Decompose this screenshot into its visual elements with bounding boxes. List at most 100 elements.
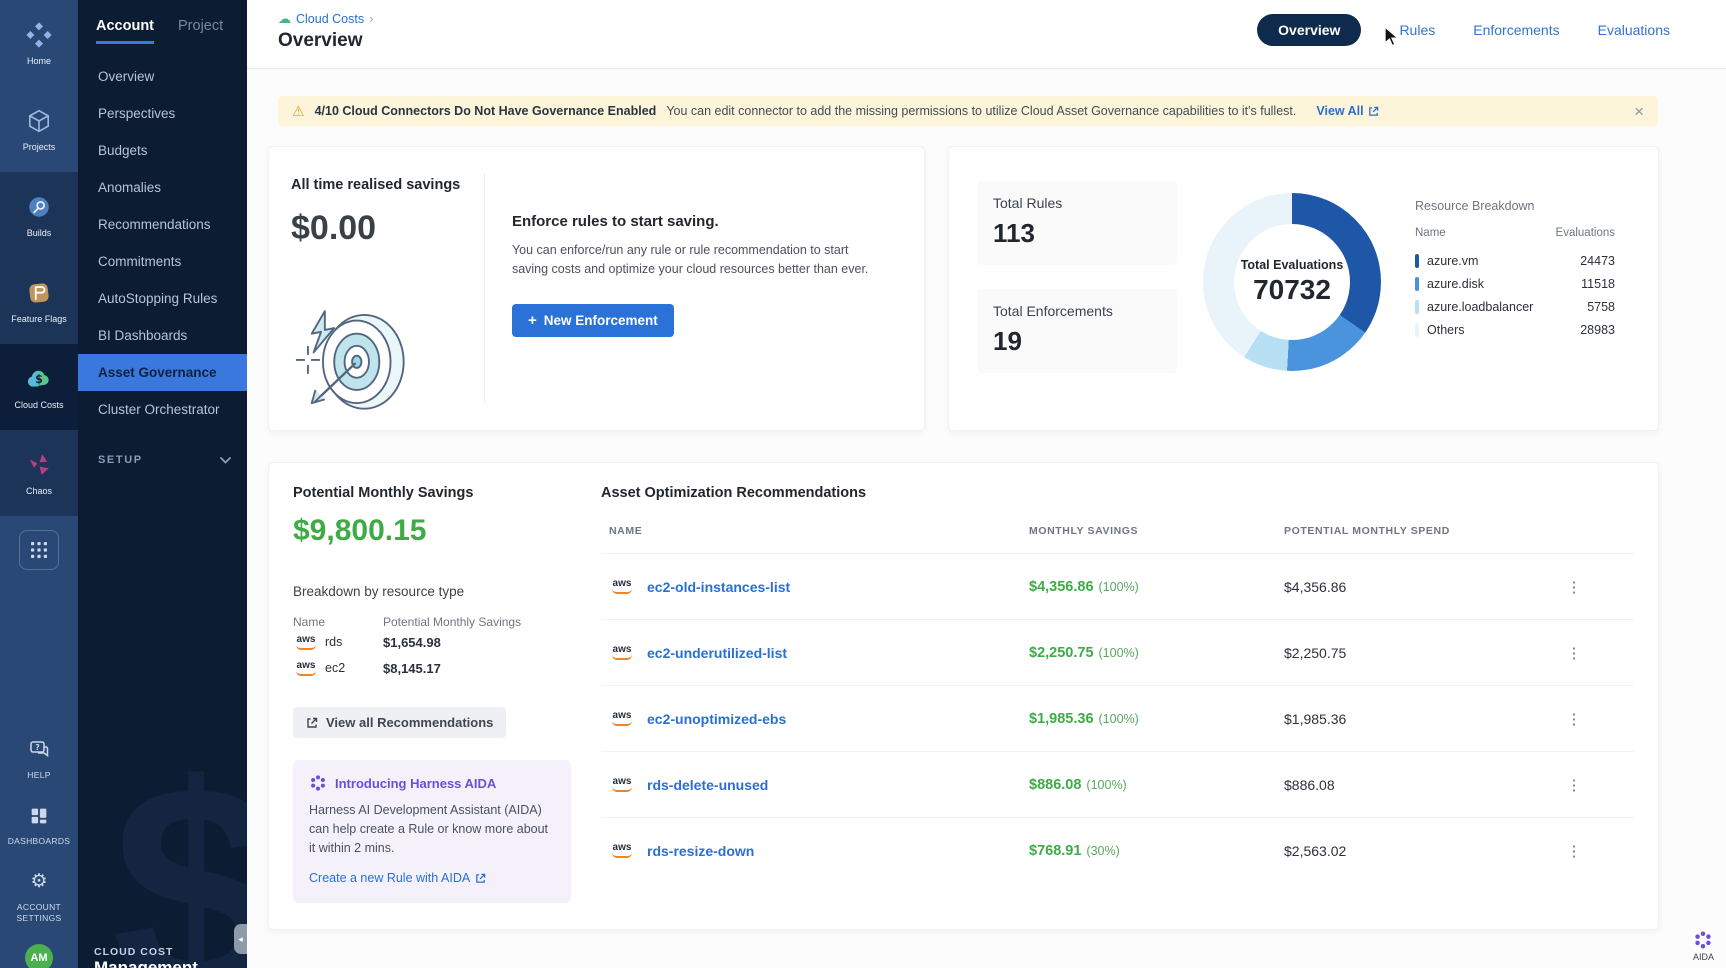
kebab-menu-icon[interactable]: ⋮ — [1564, 710, 1584, 728]
aida-fab[interactable]: AIDA — [1693, 930, 1714, 962]
recommendation-name-link[interactable]: ec2-unoptimized-ebs — [647, 711, 786, 727]
warning-icon: ⚠ — [292, 104, 305, 118]
rail-module-label: Home — [25, 56, 53, 66]
sidebar-item-commitments[interactable]: Commitments — [78, 243, 247, 280]
resource-type-savings: $8,145.17 — [383, 661, 571, 676]
tab-overview[interactable]: Overview — [1257, 14, 1361, 46]
resource-type-name: rds — [325, 635, 342, 649]
legend-swatch — [1415, 277, 1419, 291]
potential-savings-amount: $9,800.15 — [293, 514, 571, 548]
sidebar-item-autostopping-rules[interactable]: AutoStopping Rules — [78, 280, 247, 317]
evaluations-donut-chart: Total Evaluations 70732 — [1203, 193, 1381, 371]
chevron-down-icon — [220, 457, 231, 464]
chaos-icon — [26, 450, 52, 480]
breadcrumb-cloud-costs-link[interactable]: Cloud Costs — [296, 12, 364, 26]
recommendation-savings-pct: (100%) — [1099, 712, 1139, 726]
total-enforcements-stat: Total Enforcements 19 — [977, 289, 1177, 373]
builds-icon — [26, 192, 52, 222]
savings-panel: All time realised savings $0.00 — [269, 147, 484, 430]
create-rule-with-aida-link[interactable]: Create a new Rule with AIDA — [309, 871, 486, 885]
resource-type-breakdown-title: Breakdown by resource type — [293, 584, 571, 599]
savings-card-title: All time realised savings — [291, 177, 484, 193]
aida-flower-icon — [1693, 930, 1713, 950]
help-chat-icon: ? — [27, 735, 51, 765]
recommendation-savings-pct: (100%) — [1099, 646, 1139, 660]
module-selector-button[interactable] — [19, 530, 59, 570]
view-all-link[interactable]: View All — [1316, 104, 1378, 118]
recommendation-savings-pct: (30%) — [1086, 844, 1119, 858]
rail-item-help[interactable]: ?HELP — [0, 735, 78, 781]
potential-savings-column: Potential Monthly Savings $9,800.15 Brea… — [293, 485, 571, 903]
pot-col-name: Name — [293, 615, 383, 629]
enforce-body: You can enforce/run any rule or rule rec… — [512, 241, 884, 280]
rail-item-dashboards[interactable]: DASHBOARDS — [0, 801, 78, 847]
tab-evaluations[interactable]: Evaluations — [1598, 22, 1670, 38]
feature-flags-icon — [26, 278, 52, 308]
sidebar-collapse-handle[interactable]: ◂ — [234, 924, 247, 954]
module-rail: Home Projects Builds Feature Flags$Cloud Co… — [0, 0, 78, 968]
sidebar-item-asset-governance[interactable]: Asset Governance — [78, 354, 247, 391]
rail-module-cloud-costs[interactable]: $Cloud Costs — [0, 344, 78, 430]
summary-cards-row: All time realised savings $0.00 — [268, 146, 1659, 431]
kebab-menu-icon[interactable]: ⋮ — [1564, 776, 1584, 794]
breakdown-row: Others28983 — [1415, 318, 1615, 341]
svg-text:?: ? — [35, 743, 39, 752]
sidebar-tab-project[interactable]: Project — [178, 18, 223, 44]
rail-module-home[interactable]: Home — [0, 0, 78, 86]
rail-module-label: Cloud Costs — [12, 400, 65, 410]
recommendation-name-link[interactable]: ec2-underutilized-list — [647, 645, 787, 661]
rail-spacer — [0, 570, 78, 735]
kebab-menu-icon[interactable]: ⋮ — [1564, 644, 1584, 662]
breakdown-name: azure.vm — [1427, 254, 1478, 268]
breakdown-row: azure.vm24473 — [1415, 249, 1615, 272]
plus-icon: + — [528, 313, 537, 328]
recommendation-savings: $886.08(100%) — [1029, 777, 1284, 793]
rail-item-label: DASHBOARDS — [5, 836, 74, 847]
rec-col-savings: MONTHLY SAVINGS — [1029, 525, 1284, 537]
legend-swatch — [1415, 254, 1419, 268]
rail-module-feature-flags[interactable]: Feature Flags — [0, 258, 78, 344]
new-enforcement-button[interactable]: + New Enforcement — [512, 304, 674, 337]
tab-enforcements[interactable]: Enforcements — [1473, 22, 1559, 38]
rail-module-label: Builds — [25, 228, 54, 238]
resource-type-header: Name Potential Monthly Savings — [293, 615, 571, 629]
sidebar-item-cluster-orchestrator[interactable]: Cluster Orchestrator — [78, 391, 247, 428]
donut-center-value: 70732 — [1253, 274, 1331, 306]
user-avatar[interactable]: AM — [25, 944, 53, 968]
sidebar-item-overview[interactable]: Overview — [78, 58, 247, 95]
breakdown-col-name: Name — [1415, 227, 1446, 239]
recommendation-spend: $886.08 — [1284, 777, 1564, 793]
total-rules-value: 113 — [993, 218, 1161, 249]
recommendation-name-link[interactable]: ec2-old-instances-list — [647, 579, 790, 595]
resource-type-savings: $1,654.98 — [383, 635, 571, 650]
recommendation-name-link[interactable]: rds-resize-down — [647, 843, 754, 859]
sidebar-item-recommendations[interactable]: Recommendations — [78, 206, 247, 243]
rail-module-builds[interactable]: Builds — [0, 172, 78, 258]
rail-module-projects[interactable]: Projects — [0, 86, 78, 172]
sidebar-item-bi-dashboards[interactable]: BI Dashboards — [78, 317, 247, 354]
setup-label: SETUP — [98, 454, 143, 466]
setup-section-toggle[interactable]: SETUP — [78, 454, 247, 466]
aws-icon: aws — [609, 843, 635, 858]
kebab-menu-icon[interactable]: ⋮ — [1564, 842, 1584, 860]
module-footer-subtitle: Management — [94, 958, 198, 968]
realised-savings-card: All time realised savings $0.00 — [268, 146, 925, 431]
recommendation-row: awsec2-old-instances-list$4,356.86(100%)… — [601, 553, 1634, 619]
rail-module-chaos[interactable]: Chaos — [0, 430, 78, 516]
breakdown-col-evaluations: Evaluations — [1556, 227, 1615, 239]
main-content: ☁ Cloud Costs › Overview OverviewRulesEn… — [247, 0, 1726, 968]
asset-optimization-column: Asset Optimization Recommendations NAME … — [601, 485, 1634, 903]
aws-icon: aws — [609, 645, 635, 660]
close-icon[interactable]: × — [1634, 103, 1644, 120]
tab-rules[interactable]: Rules — [1399, 22, 1435, 38]
sidebar-item-anomalies[interactable]: Anomalies — [78, 169, 247, 206]
view-all-recommendations-button[interactable]: View all Recommendations — [293, 707, 506, 738]
recommendation-name-link[interactable]: rds-delete-unused — [647, 777, 768, 793]
sidebar-item-perspectives[interactable]: Perspectives — [78, 95, 247, 132]
rec-col-spend: POTENTIAL MONTHLY SPEND — [1284, 525, 1564, 537]
kebab-menu-icon[interactable]: ⋮ — [1564, 578, 1584, 596]
rail-item-account-settings[interactable]: ⚙ACCOUNT SETTINGS — [0, 867, 78, 924]
sidebar-tab-account[interactable]: Account — [96, 18, 154, 44]
recommendation-row: awsec2-unoptimized-ebs$1,985.36(100%)$1,… — [601, 685, 1634, 751]
sidebar-item-budgets[interactable]: Budgets — [78, 132, 247, 169]
